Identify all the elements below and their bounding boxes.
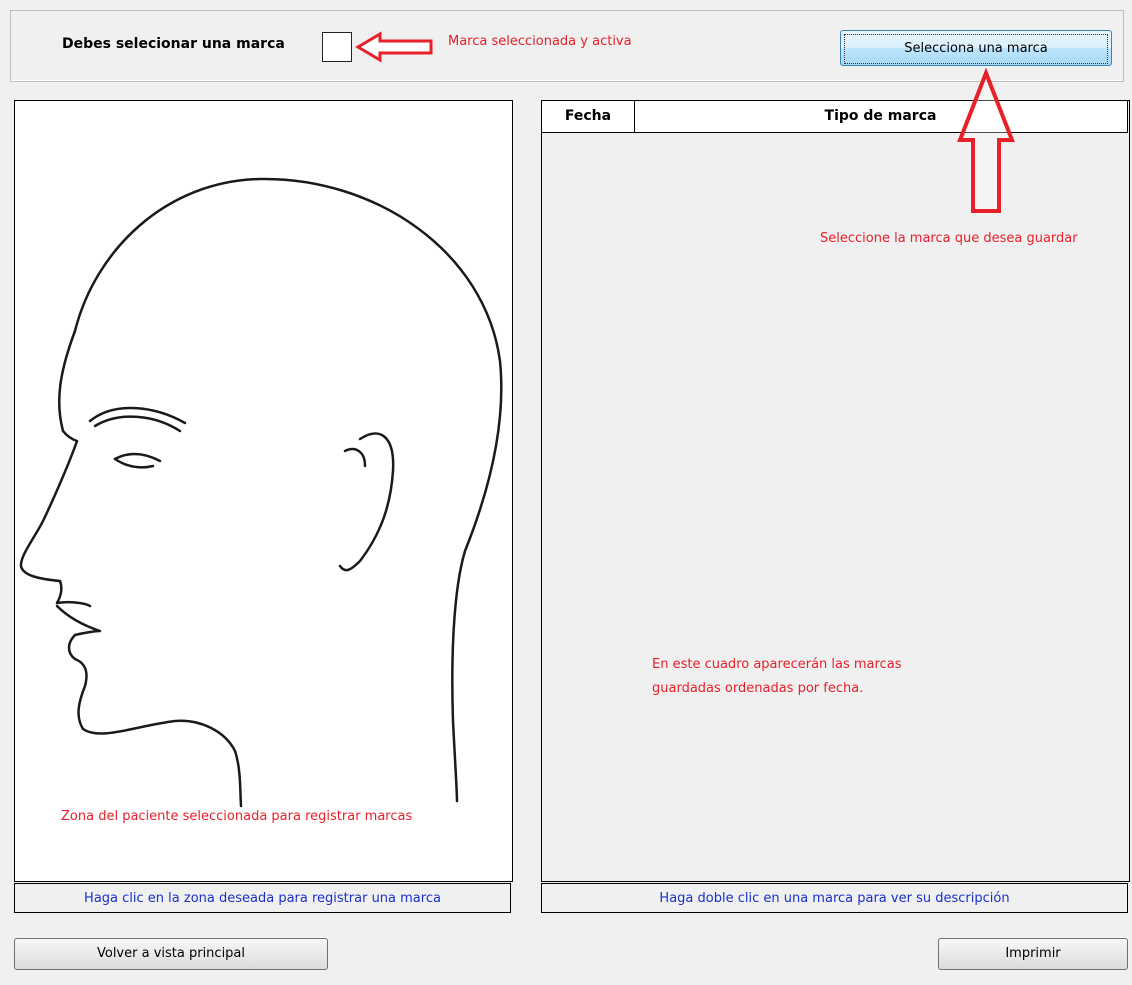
patient-zone-frame[interactable]: Zona del paciente seleccionada para regi… xyxy=(14,100,513,882)
head-profile-illustration[interactable] xyxy=(15,101,512,881)
active-mark-indicator[interactable] xyxy=(322,32,352,62)
print-button[interactable]: Imprimir xyxy=(938,938,1128,970)
arrow-left-icon xyxy=(355,31,433,63)
patient-zone-annotation: Zona del paciente seleccionada para regi… xyxy=(61,809,413,824)
select-mark-button[interactable]: Selecciona una marca xyxy=(840,30,1112,66)
marks-list[interactable] xyxy=(541,100,1130,882)
marks-list-annotation-line2: guardadas ordenadas por fecha. xyxy=(652,681,864,696)
arrow-up-icon xyxy=(957,68,1015,213)
column-header-tipo-marca[interactable]: Tipo de marca xyxy=(634,101,1127,132)
column-header-fecha[interactable]: Fecha xyxy=(542,101,635,132)
back-to-main-button[interactable]: Volver a vista principal xyxy=(14,938,328,970)
marks-list-header: Fecha Tipo de marca xyxy=(541,100,1128,133)
select-mark-annotation: Seleccione la marca que desea guardar xyxy=(820,231,1078,246)
left-panel-caption: Haga clic en la zona deseada para regist… xyxy=(14,883,511,913)
active-mark-annotation: Marca seleccionada y activa xyxy=(448,34,632,49)
select-mark-button-label: Selecciona una marca xyxy=(844,34,1108,64)
right-panel-caption: Haga doble clic en una marca para ver su… xyxy=(541,883,1128,913)
select-mark-prompt: Debes selecionar una marca xyxy=(62,36,285,52)
marks-list-annotation-line1: En este cuadro aparecerán las marcas xyxy=(652,657,902,672)
